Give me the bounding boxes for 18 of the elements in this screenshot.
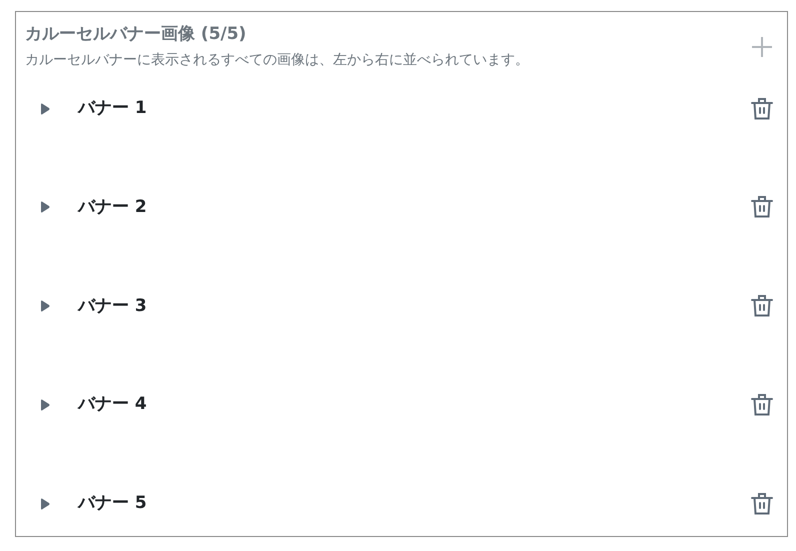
panel-description: カルーセルバナーに表示されるすべての画像は、左から右に並べられています。 — [25, 50, 529, 70]
trash-icon — [751, 492, 773, 516]
banner-toggle[interactable]: バナー 4 — [40, 392, 147, 418]
delete-button[interactable] — [751, 393, 773, 418]
trash-icon — [751, 294, 773, 318]
banner-toggle[interactable]: バナー 2 — [40, 194, 147, 220]
delete-button[interactable] — [751, 294, 773, 318]
banner-toggle[interactable]: バナー 1 — [40, 96, 147, 122]
delete-button[interactable] — [751, 96, 773, 120]
plus-icon — [751, 36, 773, 58]
banner-toggle[interactable]: バナー 5 — [40, 491, 147, 517]
trash-icon — [751, 195, 773, 220]
trash-icon — [751, 96, 773, 120]
delete-button[interactable] — [751, 492, 773, 516]
panel-title: カルーセルバナー画像 (5/5) — [25, 23, 248, 46]
delete-button[interactable] — [751, 195, 773, 220]
banner-toggle[interactable]: バナー 3 — [40, 294, 147, 319]
trash-icon — [751, 393, 773, 418]
